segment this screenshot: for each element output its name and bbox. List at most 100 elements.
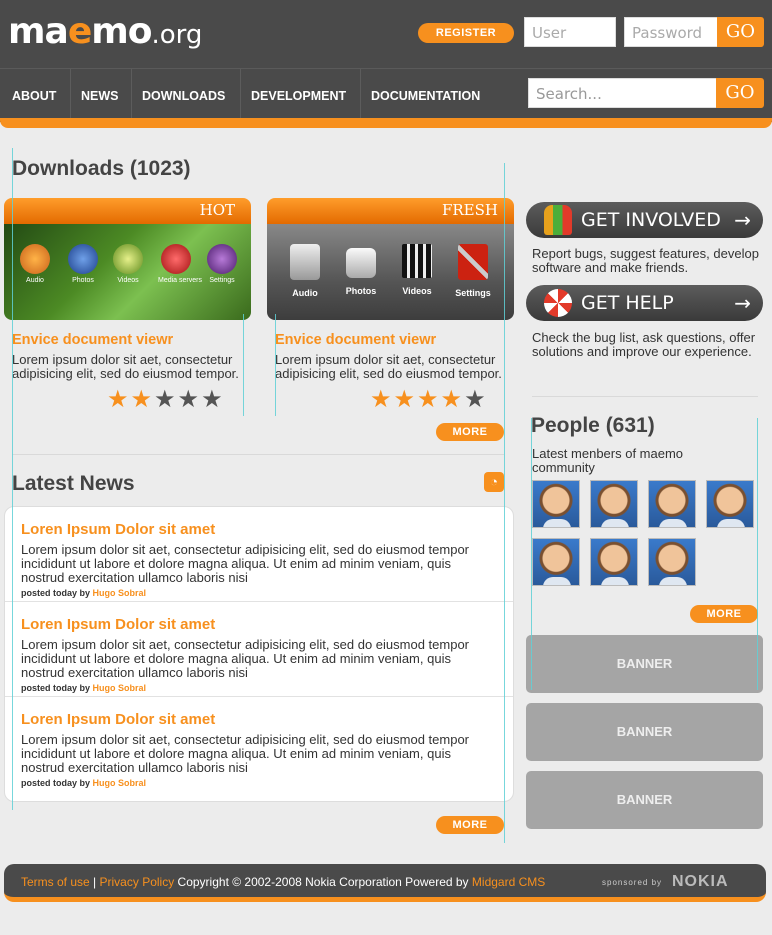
people-icon bbox=[544, 205, 572, 235]
user-input[interactable]: User bbox=[524, 17, 616, 47]
news-author-link[interactable]: Hugo Sobral bbox=[93, 778, 147, 788]
banner[interactable]: BANNER bbox=[526, 703, 763, 761]
news-title[interactable]: Loren Ipsum Dolor sit amet bbox=[21, 616, 215, 633]
news-meta: posted today by Hugo Sobral bbox=[21, 588, 146, 598]
news-title[interactable]: Loren Ipsum Dolor sit amet bbox=[21, 521, 215, 538]
news-text: Lorem ipsum dolor sit aet, consectetur a… bbox=[21, 732, 469, 775]
sponsored-label: sponsored by bbox=[602, 878, 663, 887]
search-input[interactable]: Search... bbox=[528, 78, 718, 108]
guide-line bbox=[757, 418, 758, 690]
privacy-link[interactable]: Privacy Policy bbox=[100, 875, 175, 889]
download-description: Lorem ipsum dolor sit aet, consectetur a… bbox=[275, 352, 502, 381]
logo-text-1: m bbox=[8, 11, 46, 52]
nav-item-documentation[interactable]: DOCUMENTATION bbox=[360, 69, 480, 123]
guide-line bbox=[275, 314, 276, 416]
member-avatar[interactable] bbox=[648, 480, 696, 528]
nav-item-downloads[interactable]: DOWNLOADS bbox=[131, 69, 225, 123]
download-card-header: FRESH bbox=[267, 198, 514, 224]
search-go-button[interactable]: GO bbox=[716, 78, 764, 108]
nav-item-news[interactable]: NEWS bbox=[70, 69, 119, 123]
logo-text-5: .org bbox=[151, 20, 203, 50]
banner[interactable]: BANNER bbox=[526, 635, 763, 693]
audio-icon: Audio bbox=[17, 244, 53, 284]
member-avatar[interactable] bbox=[532, 538, 580, 586]
news-item: Loren Ipsum Dolor sit amet Lorem ipsum d… bbox=[5, 697, 513, 792]
arrow-right-icon: → bbox=[734, 208, 751, 232]
terms-link[interactable]: Terms of use bbox=[21, 875, 90, 889]
logo-text-2: a bbox=[44, 11, 69, 52]
star-icon: ★ bbox=[154, 386, 178, 413]
news-author-link[interactable]: Hugo Sobral bbox=[93, 683, 147, 693]
fresh-tag: FRESH bbox=[441, 201, 498, 219]
download-card-fresh[interactable]: FRESH Audio Photos Videos Settings bbox=[267, 198, 514, 320]
news-title[interactable]: Loren Ipsum Dolor sit amet bbox=[21, 711, 215, 728]
download-card-header: HOT bbox=[4, 198, 251, 224]
settings-icon: Settings bbox=[204, 244, 240, 284]
get-help-label: GET HELP bbox=[581, 292, 674, 314]
nav-item-development[interactable]: DEVELOPMENT bbox=[240, 69, 346, 123]
guide-line bbox=[531, 418, 532, 690]
get-involved-button[interactable]: GET INVOLVED → bbox=[526, 202, 763, 238]
member-avatar[interactable] bbox=[706, 480, 754, 528]
star-icon: ★ bbox=[177, 386, 202, 413]
arrow-right-icon: → bbox=[734, 291, 751, 315]
nav-bar: ABOUT NEWS DOWNLOADS DEVELOPMENT DOCUMEN… bbox=[0, 68, 772, 123]
get-involved-label: GET INVOLVED bbox=[581, 209, 721, 231]
member-avatar[interactable] bbox=[532, 480, 580, 528]
register-button[interactable]: REGISTER bbox=[418, 23, 514, 43]
news-meta-prefix: posted today by bbox=[21, 778, 91, 788]
people-heading: People (631) bbox=[531, 414, 655, 437]
rss-icon[interactable]: ◔ bbox=[484, 472, 504, 492]
member-avatar[interactable] bbox=[590, 480, 638, 528]
hot-tag: HOT bbox=[199, 201, 235, 219]
downloads-more-button[interactable]: MORE bbox=[436, 423, 504, 441]
member-avatar[interactable] bbox=[648, 538, 696, 586]
logo-text-3: e bbox=[67, 11, 92, 52]
rating-stars: ★★★★★ bbox=[370, 388, 488, 412]
photos-icon: Photos bbox=[65, 244, 101, 284]
videos-icon: Videos bbox=[399, 244, 435, 296]
guide-line bbox=[243, 314, 244, 416]
star-icon: ★ bbox=[201, 386, 225, 413]
news-list: Loren Ipsum Dolor sit amet Lorem ipsum d… bbox=[4, 506, 514, 802]
news-more-button[interactable]: MORE bbox=[436, 816, 504, 834]
footer-text: Terms of use | Privacy Policy Copyright … bbox=[21, 875, 545, 889]
copyright-text: Copyright © 2002-2008 Nokia Corporation … bbox=[177, 875, 469, 889]
banner[interactable]: BANNER bbox=[526, 771, 763, 829]
get-involved-text: Report bugs, suggest features, develop s… bbox=[532, 246, 759, 275]
download-card-screenshot: Audio Photos Videos Media servers Settin… bbox=[4, 224, 251, 320]
nokia-logo[interactable]: NOKIA bbox=[672, 873, 729, 891]
star-icon: ★ bbox=[440, 386, 465, 413]
password-input[interactable]: Password bbox=[624, 17, 718, 47]
nav-item-about[interactable]: ABOUT bbox=[0, 69, 56, 123]
member-avatar[interactable] bbox=[590, 538, 638, 586]
download-card-hot[interactable]: HOT Audio Photos Videos Media servers Se… bbox=[4, 198, 251, 320]
news-text: Lorem ipsum dolor sit aet, consectetur a… bbox=[21, 542, 469, 585]
audio-icon: Audio bbox=[287, 244, 323, 298]
download-card-screenshot: Audio Photos Videos Settings bbox=[267, 224, 514, 320]
star-icon: ★ bbox=[464, 386, 488, 413]
rating-stars: ★★★★★ bbox=[107, 388, 225, 412]
settings-icon: Settings bbox=[455, 244, 491, 298]
videos-icon: Videos bbox=[110, 244, 146, 284]
media-servers-icon: Media servers bbox=[158, 244, 202, 284]
logo-text-4: mo bbox=[91, 11, 152, 52]
header-accent-bar bbox=[0, 118, 772, 128]
login-go-button[interactable]: GO bbox=[717, 17, 764, 47]
midgard-link[interactable]: Midgard CMS bbox=[472, 875, 545, 889]
news-heading: Latest News bbox=[12, 472, 135, 495]
news-author-link[interactable]: Hugo Sobral bbox=[93, 588, 147, 598]
star-icon: ★ bbox=[370, 386, 394, 413]
news-meta: posted today by Hugo Sobral bbox=[21, 683, 146, 693]
download-description: Lorem ipsum dolor sit aet, consectetur a… bbox=[12, 352, 239, 381]
top-bar: maemo.org REGISTER User Password GO bbox=[0, 0, 772, 68]
download-title[interactable]: Envice document viewr bbox=[12, 332, 173, 348]
people-more-button[interactable]: MORE bbox=[690, 605, 758, 623]
get-help-button[interactable]: GET HELP → bbox=[526, 285, 763, 321]
star-icon: ★ bbox=[130, 386, 155, 413]
news-text: Lorem ipsum dolor sit aet, consectetur a… bbox=[21, 637, 469, 680]
news-item: Loren Ipsum Dolor sit amet Lorem ipsum d… bbox=[5, 507, 513, 602]
maemo-logo[interactable]: maemo.org bbox=[8, 12, 202, 55]
lifebuoy-icon bbox=[544, 289, 572, 317]
download-title[interactable]: Envice document viewr bbox=[275, 332, 436, 348]
